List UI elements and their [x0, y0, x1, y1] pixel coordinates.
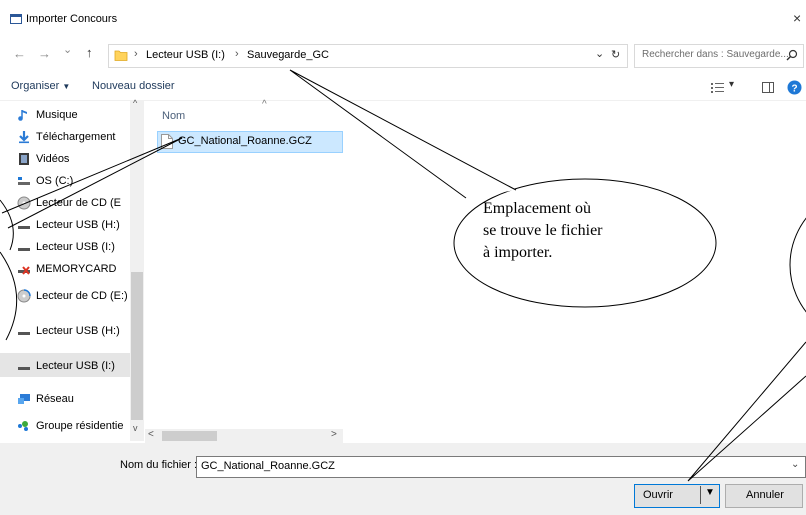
- search-box[interactable]: Rechercher dans : Sauvegarde...: [634, 44, 804, 68]
- sidebar-item-label: Lecteur USB (I:): [36, 241, 115, 253]
- address-dropdown-icon[interactable]: ⌄: [595, 47, 604, 60]
- sidebar-item-cd-drive[interactable]: Lecteur de CD (E:): [0, 285, 130, 307]
- organize-button[interactable]: Organiser ▼: [11, 80, 70, 92]
- callout-line: Emplacement où: [483, 200, 591, 217]
- sidebar-item-label: MEMORYCARD: [36, 263, 117, 275]
- folder-icon: [114, 50, 128, 61]
- open-button[interactable]: Ouvrir ▼: [634, 484, 720, 508]
- address-bar[interactable]: › Lecteur USB (I:) › Sauvegarde_GC ⌄ ↻: [108, 44, 628, 68]
- network-icon: [18, 394, 30, 404]
- breadcrumb-separator: ›: [235, 48, 239, 60]
- help-icon[interactable]: ?: [787, 80, 802, 95]
- callout-line: à importer.: [483, 244, 553, 261]
- view-options-icon[interactable]: [711, 82, 725, 94]
- sidebar-item-homegroup[interactable]: Groupe résidentie: [0, 415, 130, 437]
- column-label: Nom: [162, 110, 186, 122]
- breadcrumb-separator: ›: [134, 48, 138, 60]
- cancel-button[interactable]: Annuler: [725, 484, 803, 508]
- recent-locations-button[interactable]: ⌄: [63, 43, 72, 56]
- file-name: GC_National_Roanne.GCZ: [178, 135, 312, 147]
- sidebar-item-music[interactable]: Musique: [0, 104, 130, 126]
- cancel-button-label: Annuler: [746, 489, 784, 501]
- sidebar-item-usb-h[interactable]: Lecteur USB (H:): [0, 320, 130, 342]
- sidebar-item-label: Lecteur de CD (E:): [36, 290, 128, 302]
- scroll-up-icon[interactable]: ^: [133, 98, 137, 108]
- chevron-down-icon[interactable]: ⌄: [791, 459, 799, 470]
- forward-button[interactable]: →: [38, 46, 51, 61]
- scroll-down-icon[interactable]: v: [133, 423, 138, 433]
- callout-line: se trouve le fichier: [483, 222, 603, 239]
- sidebar-item-label: Lecteur USB (H:): [36, 325, 120, 337]
- preview-pane-icon[interactable]: [762, 82, 774, 93]
- sidebar-item-usb-h[interactable]: Lecteur USB (H:): [0, 214, 130, 236]
- sidebar-item-usb-i[interactable]: Lecteur USB (I:): [0, 355, 130, 377]
- download-icon: [19, 131, 29, 144]
- sidebar-item-memorycard[interactable]: MEMORYCARD: [0, 258, 130, 280]
- sidebar-item-label: Réseau: [36, 393, 74, 405]
- homegroup-icon: [18, 421, 28, 431]
- open-dropdown-icon[interactable]: ▼: [705, 487, 715, 498]
- svg-text:?: ?: [791, 84, 797, 95]
- app-window-icon: [10, 14, 22, 24]
- filename-input[interactable]: GC_National_Roanne.GCZ ⌄: [196, 456, 806, 478]
- file-row-selected[interactable]: GC_National_Roanne.GCZ: [157, 131, 343, 153]
- sidebar-item-label: Lecteur de CD (E: [36, 197, 121, 209]
- search-icon[interactable]: [786, 49, 798, 61]
- column-header-name[interactable]: ^ Nom: [145, 99, 342, 125]
- video-icon: [19, 153, 29, 165]
- music-icon: [18, 110, 27, 121]
- sidebar-item-downloads[interactable]: Téléchargement: [0, 126, 130, 148]
- scroll-right-icon[interactable]: >: [331, 429, 337, 440]
- callout-bubble-right: [789, 217, 806, 313]
- sidebar-item-label: Vidéos: [36, 153, 70, 165]
- usb-drive-icon: [18, 226, 30, 229]
- sidebar-item-label: Musique: [36, 109, 78, 121]
- breadcrumb-item-folder[interactable]: Sauvegarde_GC: [247, 49, 329, 61]
- refresh-icon[interactable]: ↻: [611, 48, 620, 61]
- new-folder-button[interactable]: Nouveau dossier: [92, 80, 175, 92]
- sidebar-item-label: OS (C:): [36, 175, 74, 187]
- sidebar-item-usb-i[interactable]: Lecteur USB (I:): [0, 236, 130, 258]
- usb-drive-icon: [18, 332, 30, 335]
- sidebar-item-label: Lecteur USB (H:): [36, 219, 120, 231]
- toolbar: Organiser ▼ Nouveau dossier ▾ ?: [0, 76, 806, 100]
- breadcrumb-item-drive[interactable]: Lecteur USB (I:): [146, 49, 225, 61]
- callout-text: Emplacement où se trouve le fichier à im…: [483, 198, 653, 264]
- file-icon: [161, 134, 173, 149]
- usb-drive-icon: [18, 367, 30, 370]
- memorycard-icon: [18, 266, 30, 275]
- view-dropdown-icon[interactable]: ▾: [729, 79, 734, 90]
- sidebar-item-label: Lecteur USB (I:): [36, 360, 115, 372]
- cd-icon: [17, 289, 31, 303]
- divider: [700, 486, 701, 504]
- window-title: Importer Concours: [26, 13, 118, 25]
- cd-icon: [17, 196, 31, 210]
- search-placeholder: Rechercher dans : Sauvegarde...: [642, 49, 789, 60]
- filename-label: Nom du fichier :: [120, 459, 198, 471]
- sidebar-item-label: Téléchargement: [36, 131, 116, 143]
- usb-drive-icon: [18, 248, 30, 251]
- filename-value: GC_National_Roanne.GCZ: [201, 460, 335, 472]
- scrollbar-thumb[interactable]: [162, 431, 217, 441]
- drive-icon: [18, 177, 30, 185]
- sidebar-item-label: Groupe résidentie: [36, 420, 124, 432]
- scroll-left-icon[interactable]: <: [148, 429, 154, 440]
- title-bar: Importer Concours ×: [0, 0, 806, 36]
- scrollbar-thumb[interactable]: [131, 272, 143, 420]
- sort-indicator: ^: [262, 99, 267, 110]
- sidebar-item-network[interactable]: Réseau: [0, 388, 130, 410]
- sidebar-item-videos[interactable]: Vidéos: [0, 148, 130, 170]
- back-button[interactable]: ←: [13, 46, 26, 61]
- close-button[interactable]: ×: [793, 10, 801, 26]
- open-button-label: Ouvrir: [643, 489, 673, 501]
- sidebar-item-cd-drive[interactable]: Lecteur de CD (E: [0, 192, 130, 214]
- sidebar-item-os-drive[interactable]: OS (C:): [0, 170, 130, 192]
- up-button[interactable]: ↑: [86, 45, 93, 60]
